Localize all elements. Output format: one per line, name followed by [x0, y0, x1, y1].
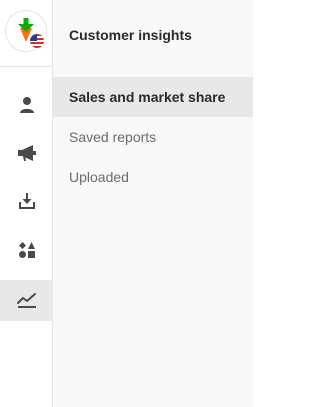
- nav-item-sales-and-market-share[interactable]: Sales and market share: [53, 77, 253, 117]
- shapes-icon: [18, 242, 35, 258]
- megaphone-icon: [17, 145, 36, 161]
- content-area-edge: [253, 0, 273, 407]
- insights-panel: Customer insights Sales and market share…: [53, 0, 253, 407]
- icon-rail: [0, 0, 53, 407]
- download-tray-icon: [18, 193, 35, 209]
- trend-chart-icon: [16, 292, 36, 308]
- person-icon: [19, 97, 34, 113]
- store-logo-button[interactable]: [6, 11, 46, 51]
- rail-item-catalog[interactable]: [0, 232, 53, 268]
- rail-item-customers[interactable]: [0, 87, 53, 123]
- rail-item-insights[interactable]: [0, 280, 53, 321]
- rail-item-downloads[interactable]: [0, 183, 53, 219]
- nav-item-uploaded[interactable]: Uploaded: [53, 157, 253, 197]
- rail-item-marketing[interactable]: [0, 135, 53, 171]
- nav-item-saved-reports[interactable]: Saved reports: [53, 117, 253, 157]
- app: Customer insights Sales and market share…: [0, 0, 273, 407]
- rail-divider: [0, 66, 53, 67]
- panel-title: Customer insights: [69, 27, 192, 43]
- us-flag-icon: [29, 33, 45, 49]
